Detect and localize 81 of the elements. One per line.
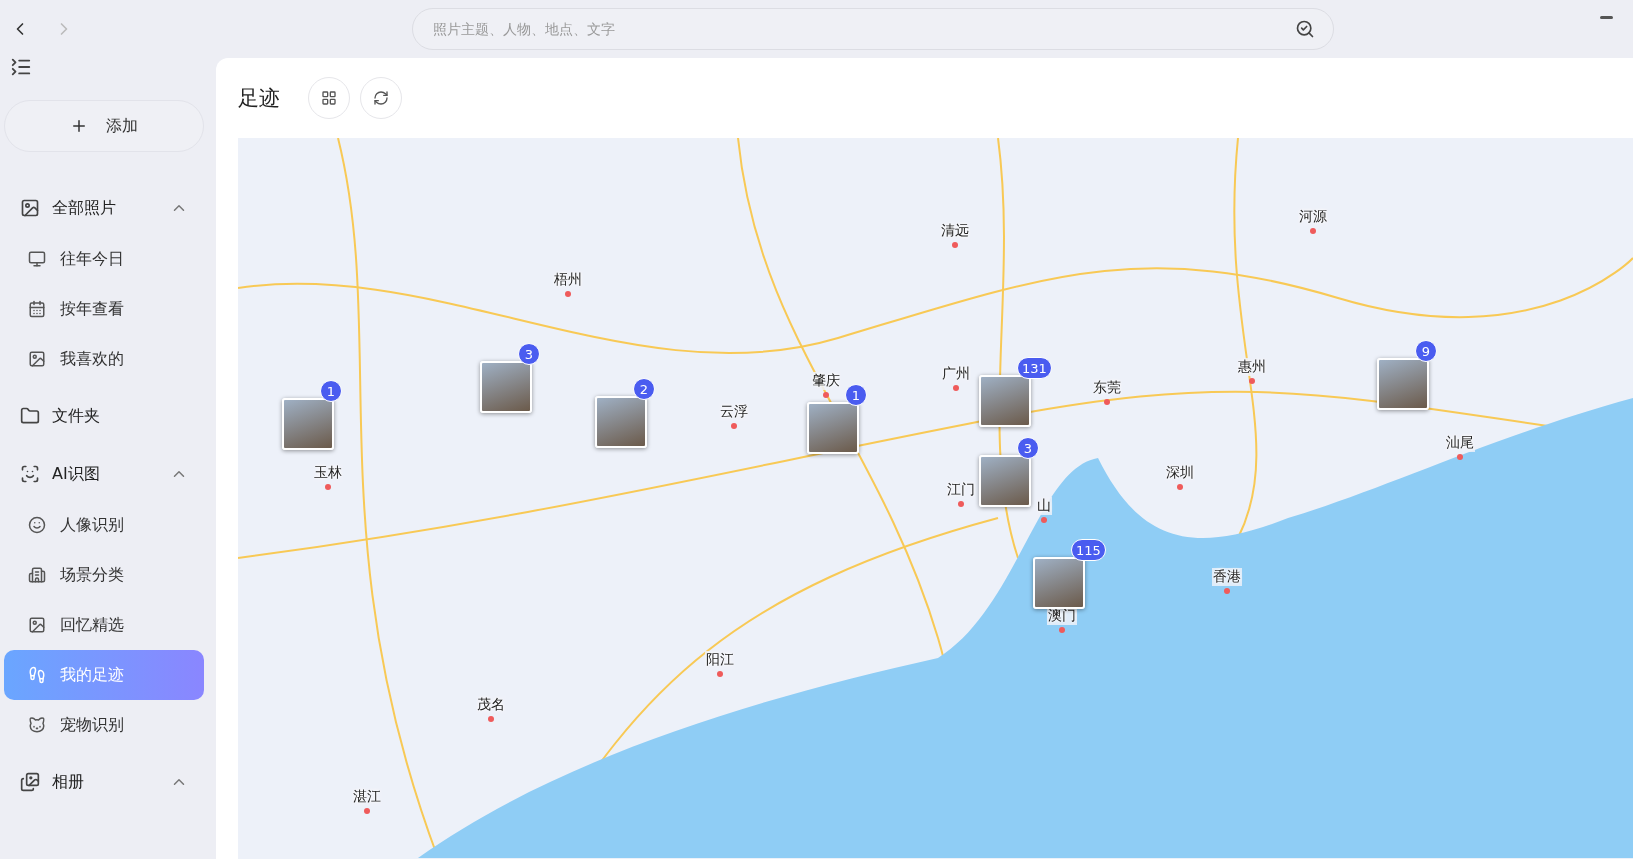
item-icon [28, 350, 46, 368]
photo-count-badge: 2 [633, 378, 655, 400]
photo-count-badge: 131 [1017, 357, 1052, 379]
collapse-sidebar-icon[interactable] [10, 56, 32, 78]
city-dot [1041, 517, 1047, 523]
city-dot [953, 385, 959, 391]
item-icon [28, 616, 46, 634]
photo-count-badge: 115 [1071, 539, 1106, 561]
city-dot [1224, 588, 1230, 594]
item-icon [28, 666, 46, 684]
city-dot [1457, 454, 1463, 460]
city-dot [1177, 484, 1183, 490]
city-label: 玉林 [313, 464, 343, 482]
city-dot [1059, 627, 1065, 633]
photo-thumbnail[interactable] [595, 396, 647, 448]
sidebar-group[interactable]: 全部照片 [4, 182, 204, 234]
city-dot [325, 484, 331, 490]
photo-thumbnail[interactable] [1377, 358, 1429, 410]
photo-thumbnail[interactable] [807, 402, 859, 454]
add-button[interactable]: 添加 [4, 100, 204, 152]
city-dot [565, 291, 571, 297]
city-label: 广州 [941, 365, 971, 383]
photo-count-badge: 1 [845, 384, 867, 406]
city-label: 茂名 [476, 696, 506, 714]
sidebar-item[interactable]: 往年今日 [4, 234, 204, 284]
map-view[interactable]: 清远 河源 梧州 肇庆 广州 东莞 惠州 云浮 玉林 江门 山 深圳 汕尾 香港 澳门 阳江 茂名 湛江 1 3 2 1 131 3 115 9 [238, 138, 1633, 859]
sidebar-group[interactable]: AI识图 [4, 448, 204, 500]
group-icon [20, 464, 40, 484]
photo-count-badge: 9 [1415, 340, 1437, 362]
city-dot [1249, 378, 1255, 384]
sidebar-item[interactable]: 宠物识别 [4, 700, 204, 750]
page-title: 足迹 [238, 85, 280, 112]
city-label: 山 [1036, 497, 1052, 515]
photo-thumbnail[interactable] [282, 398, 334, 450]
city-dot [823, 392, 829, 398]
city-dot [717, 671, 723, 677]
sidebar-group[interactable]: 文件夹 [4, 390, 204, 442]
refresh-icon [373, 90, 389, 106]
item-icon [28, 516, 46, 534]
photo-thumbnail[interactable] [979, 375, 1031, 427]
photo-count-badge: 1 [320, 380, 342, 402]
group-icon [20, 406, 40, 426]
minimize-button[interactable] [1600, 16, 1613, 19]
city-dot [364, 808, 370, 814]
city-dot [488, 716, 494, 722]
sidebar-item[interactable]: 按年查看 [4, 284, 204, 334]
city-dot [1310, 228, 1316, 234]
city-label: 香港 [1212, 568, 1242, 586]
city-dot [952, 242, 958, 248]
grid-icon [321, 90, 337, 106]
item-icon [28, 250, 46, 268]
search-input[interactable]: 照片主题、人物、地点、文字 [431, 20, 1295, 38]
group-icon [20, 772, 40, 792]
photo-thumbnail[interactable] [480, 361, 532, 413]
photo-thumbnail[interactable] [979, 455, 1031, 507]
group-icon [20, 198, 40, 218]
sidebar-item[interactable]: 人像识别 [4, 500, 204, 550]
sidebar-item[interactable]: 我喜欢的 [4, 334, 204, 384]
city-label: 湛江 [352, 788, 382, 806]
smart-search-icon[interactable] [1295, 19, 1315, 39]
city-dot [731, 423, 737, 429]
grid-view-button[interactable] [308, 77, 350, 119]
city-dot [1104, 399, 1110, 405]
city-label: 梧州 [553, 271, 583, 289]
city-label: 东莞 [1092, 379, 1122, 397]
city-label: 肇庆 [811, 372, 841, 390]
sidebar-item[interactable]: 场景分类 [4, 550, 204, 600]
item-icon [28, 566, 46, 584]
search-field[interactable]: 照片主题、人物、地点、文字 [412, 8, 1334, 50]
sidebar-item[interactable]: 回忆精选 [4, 600, 204, 650]
photo-count-badge: 3 [518, 343, 540, 365]
sidebar-group[interactable]: 相册 [4, 756, 204, 808]
photo-count-badge: 3 [1017, 437, 1039, 459]
minimize-icon [1600, 16, 1613, 19]
city-dot [958, 501, 964, 507]
item-icon [28, 716, 46, 734]
plus-icon [70, 117, 88, 135]
refresh-button[interactable] [360, 77, 402, 119]
city-label: 云浮 [719, 403, 749, 421]
item-icon [28, 300, 46, 318]
photo-thumbnail[interactable] [1033, 557, 1085, 609]
